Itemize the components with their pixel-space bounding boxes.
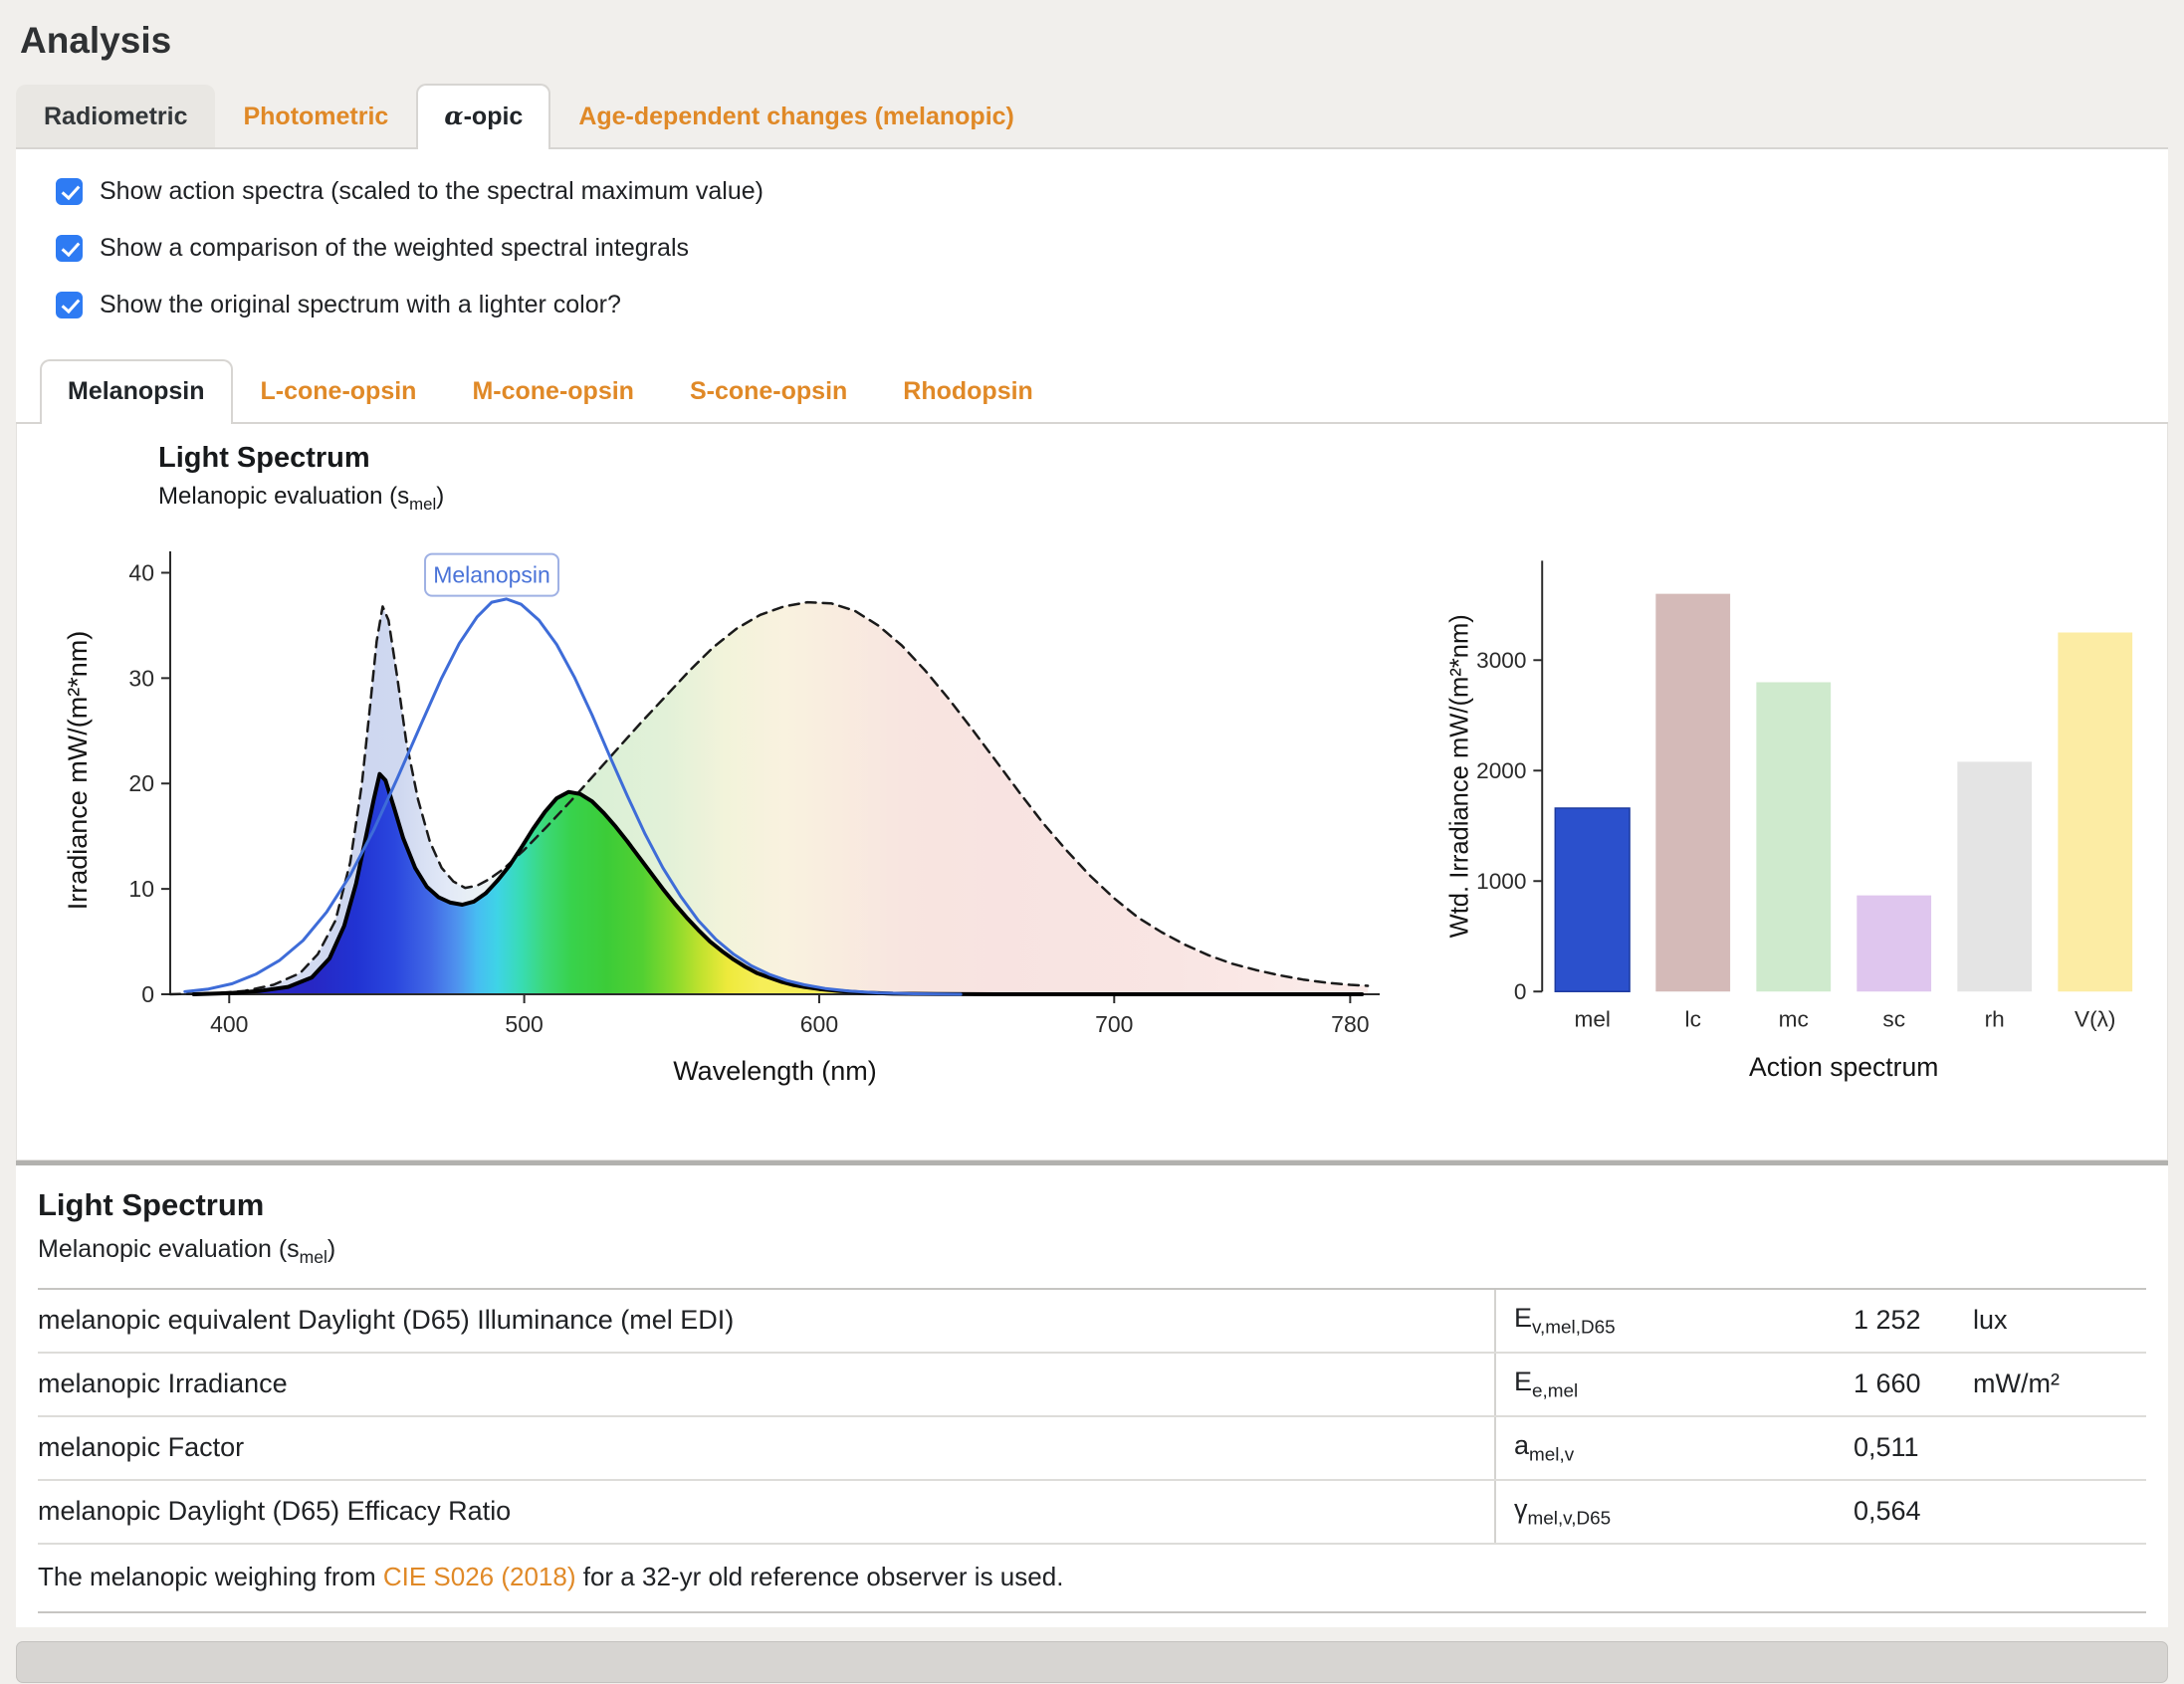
result-symbol: Ee,mel (1494, 1354, 1838, 1415)
row-mel-irradiance: melanopic Irradiance Ee,mel 1 660 mW/m² (38, 1354, 2146, 1417)
opsin-tabbar: Melanopsin L-cone-opsin M-cone-opsin S-c… (16, 359, 2168, 424)
results-section: Light Spectrum Melanopic evaluation (sme… (16, 1160, 2168, 1613)
y-tick-label: 0 (1514, 979, 1527, 1004)
x-tick-label: 600 (800, 1011, 838, 1037)
analysis-page: Analysis Radiometric Photometric α-opic … (0, 0, 2184, 1684)
y-tick-label: 20 (128, 770, 154, 796)
tab-alpha-opic-label: -opic (464, 103, 524, 130)
result-unit: lux (1957, 1305, 2146, 1336)
x-axis-title: Wavelength (nm) (673, 1056, 877, 1086)
alpha-glyph: α (444, 102, 463, 130)
bar-mel (1555, 808, 1630, 991)
chart-subtitle: Melanopic evaluation (smel) (158, 483, 1434, 515)
result-label: melanopic Daylight (D65) Efficacy Ratio (38, 1496, 1494, 1527)
checkbox-row-show-action-spectra[interactable]: Show action spectra (scaled to the spect… (56, 177, 764, 206)
x-tick-label: 700 (1095, 1011, 1133, 1037)
x-tick-label: mel (1574, 1006, 1610, 1031)
results-table: melanopic equivalent Daylight (D65) Illu… (38, 1288, 2146, 1545)
checkbox-row-show-comparison[interactable]: Show a comparison of the weighted spectr… (56, 234, 689, 263)
row-mel-edi: melanopic equivalent Daylight (D65) Illu… (38, 1290, 2146, 1354)
result-value: 1 252 (1838, 1305, 1957, 1336)
result-symbol: Ev,mel,D65 (1494, 1290, 1838, 1352)
row-mel-daylight-efficacy-ratio: melanopic Daylight (D65) Efficacy Ratio … (38, 1481, 2146, 1545)
result-symbol: amel,v (1494, 1417, 1838, 1479)
results-subtitle: Melanopic evaluation (smel) (38, 1235, 2146, 1268)
row-mel-factor: melanopic Factor amel,v 0,511 (38, 1417, 2146, 1481)
main-tabbar: Radiometric Photometric α-opic Age-depen… (16, 84, 2168, 149)
charts-row: Light Spectrum Melanopic evaluation (sme… (41, 442, 2159, 1124)
bar-lc (1655, 593, 1730, 991)
result-value: 0,564 (1838, 1496, 1957, 1527)
cie-s026-link[interactable]: CIE S026 (2018) (383, 1562, 576, 1591)
result-label: melanopic Factor (38, 1432, 1494, 1463)
subtab-s-cone-opsin[interactable]: S-cone-opsin (662, 359, 875, 422)
y-tick-label: 2000 (1476, 758, 1526, 783)
spectrum-chart-block: Light Spectrum Melanopic evaluation (sme… (41, 442, 1434, 1124)
checkbox-label: Show action spectra (scaled to the spect… (100, 177, 764, 206)
bar-sc (1856, 895, 1931, 991)
light-spectrum-chart[interactable]: 0 10 20 30 40 400 500 600 700 780 Melanopsin Wavele… (41, 526, 1434, 1124)
subtab-l-cone-opsin[interactable]: L-cone-opsin (233, 359, 445, 422)
footnote: The melanopic weighing from CIE S026 (20… (38, 1545, 2146, 1613)
page-title: Analysis (20, 20, 2168, 62)
weighted-irradiance-bar-chart[interactable]: 0 1000 2000 3000 mel lc mc sc rh V(λ) Action spect… (1434, 526, 2159, 1124)
x-tick-label: mc (1779, 1006, 1809, 1031)
checkbox-row-show-original-spectrum[interactable]: Show the original spectrum with a lighte… (56, 291, 621, 319)
chart-header: Light Spectrum Melanopic evaluation (sme… (158, 442, 1434, 515)
bar-mc (1756, 682, 1831, 991)
bar-rh (1957, 761, 2032, 991)
bottom-panel-strip (16, 1641, 2168, 1683)
x-tick-label: rh (1985, 1006, 2005, 1031)
subtab-melanopsin[interactable]: Melanopsin (40, 359, 233, 424)
x-tick-label: 400 (210, 1011, 248, 1037)
result-label: melanopic Irradiance (38, 1368, 1494, 1399)
x-tick-label: 780 (1331, 1011, 1369, 1037)
x-tick-label: 500 (505, 1011, 543, 1037)
chart-panel: Light Spectrum Melanopic evaluation (sme… (16, 424, 2168, 1160)
results-title: Light Spectrum (38, 1187, 2146, 1223)
tab-age-dependent-changes[interactable]: Age-dependent changes (melanopic) (550, 85, 1042, 147)
tab-radiometric[interactable]: Radiometric (16, 85, 215, 147)
y-axis-title: Irradiance mW/(m²*nm) (63, 631, 93, 911)
checkbox-show-comparison[interactable] (56, 235, 83, 262)
y-tick-label: 1000 (1476, 869, 1526, 894)
melanopsin-curve-label: Melanopsin (433, 561, 550, 587)
tab-panel-alpha-opic: Show action spectra (scaled to the spect… (16, 149, 2168, 1627)
x-axis-title: Action spectrum (1749, 1052, 1938, 1082)
y-tick-label: 30 (128, 665, 154, 691)
bar-V(λ) (2058, 632, 2132, 991)
checkbox-label: Show a comparison of the weighted spectr… (100, 234, 689, 263)
y-tick-label: 0 (141, 981, 154, 1007)
checkbox-show-original-spectrum[interactable] (56, 292, 83, 318)
result-label: melanopic equivalent Daylight (D65) Illu… (38, 1305, 1494, 1336)
chart-title: Light Spectrum (158, 442, 1434, 475)
tab-alpha-opic[interactable]: α-opic (416, 84, 550, 149)
checkbox-show-action-spectra[interactable] (56, 178, 83, 205)
result-value: 1 660 (1838, 1368, 1957, 1399)
checkbox-label: Show the original spectrum with a lighte… (100, 291, 621, 319)
y-tick-label: 40 (128, 559, 154, 585)
subtab-m-cone-opsin[interactable]: M-cone-opsin (444, 359, 662, 422)
x-tick-label: lc (1685, 1006, 1701, 1031)
tab-photometric[interactable]: Photometric (215, 85, 416, 147)
result-unit: mW/m² (1957, 1368, 2146, 1399)
y-tick-label: 10 (128, 876, 154, 902)
x-tick-label: sc (1882, 1006, 1905, 1031)
result-value: 0,511 (1838, 1432, 1957, 1463)
y-axis-title: Wtd. Irradiance mW/(m²*nm) (1445, 614, 1473, 938)
x-tick-label: V(λ) (2075, 1006, 2115, 1031)
subtab-rhodopsin[interactable]: Rhodopsin (875, 359, 1061, 422)
result-symbol: γmel,v,D65 (1494, 1481, 1838, 1543)
y-tick-label: 3000 (1476, 648, 1526, 673)
